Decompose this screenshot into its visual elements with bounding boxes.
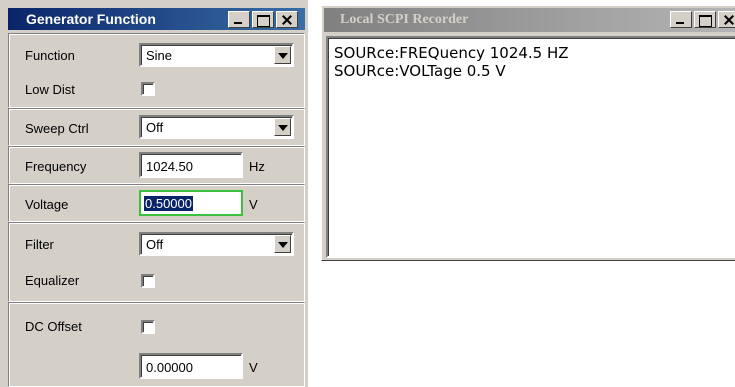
- generator-function-window: Generator Function Function Sine Low Dis…: [0, 0, 308, 387]
- function-select[interactable]: Sine: [139, 43, 294, 67]
- low-dist-label: Low Dist: [25, 82, 75, 97]
- sweep-group: Sweep Ctrl Off: [8, 108, 305, 146]
- low-dist-checkbox[interactable]: [141, 82, 155, 96]
- scpi-line: SOURce:VOLTage 0.5 V: [334, 62, 506, 80]
- dc-offset-value: 0.00000: [146, 360, 193, 375]
- function-group: Function Sine Low Dist: [8, 33, 305, 108]
- voltage-input[interactable]: 0.50000: [139, 190, 243, 216]
- frequency-value: 1024.50: [146, 159, 193, 174]
- maximize-icon[interactable]: [694, 11, 716, 28]
- equalizer-checkbox[interactable]: [141, 274, 155, 288]
- filter-select[interactable]: Off: [139, 232, 294, 256]
- scpi-window-controls: [670, 11, 735, 28]
- sweep-ctrl-value: Off: [146, 120, 164, 135]
- close-icon[interactable]: [718, 11, 735, 28]
- scpi-log-area[interactable]: SOURce:FREQuency 1024.5 HZ SOURce:VOLTag…: [326, 36, 735, 258]
- generator-title: Generator Function: [26, 11, 156, 27]
- maximize-icon[interactable]: [252, 11, 274, 28]
- scpi-title: Local SCPI Recorder: [340, 12, 469, 27]
- frequency-label: Frequency: [25, 159, 87, 174]
- generator-body: Function Sine Low Dist Sweep Ctrl Off Fr…: [8, 33, 305, 387]
- sweep-ctrl-label: Sweep Ctrl: [25, 121, 89, 136]
- dc-offset-input[interactable]: 0.00000: [139, 353, 243, 379]
- voltage-label: Voltage: [25, 197, 69, 212]
- voltage-value: 0.50000: [144, 196, 193, 211]
- generator-window-controls: [228, 11, 298, 28]
- scpi-recorder-window: Local SCPI Recorder SOURce:FREQuency 102…: [321, 5, 735, 261]
- dc-offset-group: DC Offset 0.00000 V: [8, 302, 305, 387]
- function-value: Sine: [146, 48, 173, 63]
- close-icon[interactable]: [276, 11, 298, 28]
- scpi-log-lines: SOURce:FREQuency 1024.5 HZ SOURce:VOLTag…: [328, 44, 569, 80]
- dc-offset-unit: V: [249, 360, 258, 375]
- sweep-ctrl-select[interactable]: Off: [139, 115, 294, 139]
- frequency-group: Frequency 1024.50 Hz: [8, 146, 305, 184]
- frequency-unit: Hz: [249, 159, 265, 174]
- minimize-icon[interactable]: [228, 11, 250, 28]
- equalizer-label: Equalizer: [25, 273, 80, 288]
- voltage-unit: V: [249, 197, 258, 212]
- voltage-group: Voltage 0.50000 V: [8, 184, 305, 222]
- chevron-down-icon[interactable]: [274, 235, 291, 253]
- chevron-down-icon[interactable]: [274, 46, 291, 64]
- generator-titlebar[interactable]: Generator Function: [8, 8, 305, 30]
- filter-label: Filter: [25, 237, 54, 252]
- minimize-icon[interactable]: [670, 11, 692, 28]
- scpi-line: SOURce:FREQuency 1024.5 HZ: [334, 44, 569, 62]
- function-label: Function: [25, 48, 75, 63]
- filter-value: Off: [146, 237, 164, 252]
- scpi-titlebar[interactable]: Local SCPI Recorder: [324, 8, 735, 32]
- filter-group: Filter Off Equalizer: [8, 222, 305, 302]
- frequency-input[interactable]: 1024.50: [139, 152, 243, 178]
- chevron-down-icon[interactable]: [274, 118, 291, 136]
- dc-offset-label: DC Offset: [25, 319, 82, 334]
- dc-offset-checkbox[interactable]: [141, 320, 155, 334]
